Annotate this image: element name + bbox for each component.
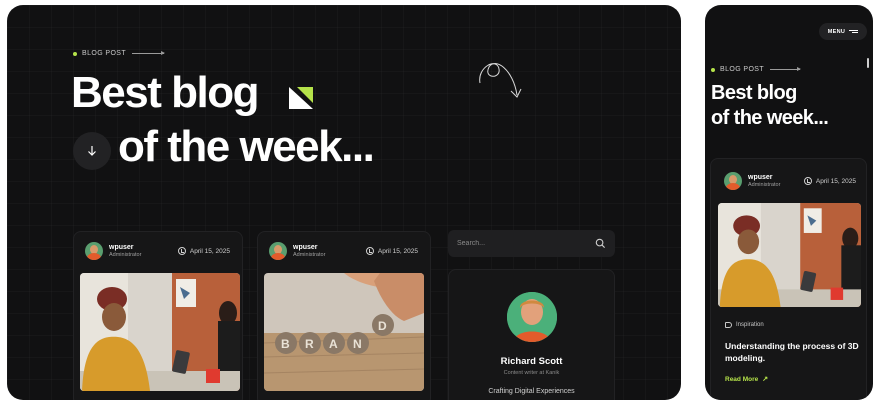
scroll-down-button[interactable]	[73, 132, 111, 170]
eyebrow-label: BLOG POST	[73, 50, 166, 57]
blog-card[interactable]: wpuser Administrator April 15, 2025	[710, 158, 867, 400]
post-image[interactable]	[718, 203, 861, 307]
author-name[interactable]: wpuser	[293, 243, 325, 252]
menu-button[interactable]: MENU	[819, 23, 867, 40]
eyebrow-arrow-icon	[770, 67, 802, 71]
clock-icon	[365, 247, 374, 255]
tag-icon	[725, 322, 732, 328]
clock-icon	[803, 177, 812, 185]
mobile-preview: MENU BLOG POST Best blog of the week... …	[705, 5, 873, 400]
profile-role: Content writer at Kanik	[503, 370, 560, 376]
hero-title-line2: of the week...	[118, 122, 375, 171]
blog-card[interactable]: wpuser Administrator April 15, 2025 B R …	[257, 231, 431, 400]
post-image[interactable]	[80, 273, 240, 391]
author-profile-card: Richard Scott Content writer at Kanik Cr…	[448, 269, 615, 400]
hamburger-icon	[849, 28, 859, 35]
arrow-up-right-icon: ↗	[762, 376, 769, 383]
scrollbar[interactable]	[867, 58, 869, 68]
avatar	[724, 172, 742, 190]
squiggle-arrow-icon	[479, 63, 522, 98]
author-role: Administrator	[748, 182, 781, 188]
eyebrow-dot	[73, 51, 77, 56]
desktop-preview: BLOG POST Best blog of the week... wpuse…	[7, 5, 681, 400]
author-role: Administrator	[293, 252, 326, 258]
post-date: April 15, 2025	[803, 177, 856, 185]
eyebrow-text: BLOG POST	[82, 50, 127, 57]
profile-tagline: Crafting Digital Experiences	[488, 388, 575, 395]
hero-title-line1: Best blog	[711, 82, 797, 104]
author-name[interactable]: wpuser	[109, 243, 141, 252]
svg-text:R: R	[305, 337, 314, 351]
post-title[interactable]: Understanding the process of 3D modeling…	[725, 340, 860, 364]
search-input[interactable]	[457, 236, 587, 250]
author-name[interactable]: wpuser	[748, 173, 780, 182]
arrow-down-icon	[88, 146, 96, 156]
svg-text:N: N	[353, 337, 362, 351]
search-icon[interactable]	[595, 238, 606, 249]
read-more-link[interactable]: Read More ↗	[725, 375, 769, 384]
post-date: April 15, 2025	[365, 247, 418, 255]
search-bar[interactable]	[448, 230, 615, 257]
post-image[interactable]: B R A N D	[264, 273, 424, 391]
hero-title-line1: Best blog	[71, 68, 259, 117]
svg-text:B: B	[281, 337, 290, 351]
hero-title-line2: of the week...	[711, 107, 829, 129]
post-category[interactable]: Inspiration	[725, 322, 764, 328]
author-role: Administrator	[109, 252, 142, 258]
eyebrow-label: BLOG POST	[711, 66, 802, 73]
avatar	[269, 242, 287, 260]
accent-triangle-icon	[289, 87, 313, 109]
author-info: wpuser Administrator	[724, 172, 780, 190]
author-info: wpuser Administrator	[85, 242, 141, 260]
eyebrow-arrow-icon	[132, 51, 166, 55]
author-info: wpuser Administrator	[269, 242, 325, 260]
clock-icon	[177, 247, 186, 255]
profile-name: Richard Scott	[500, 356, 563, 367]
profile-avatar	[507, 292, 557, 342]
svg-text:A: A	[329, 337, 338, 351]
blog-card[interactable]: wpuser Administrator April 15, 2025	[73, 231, 243, 400]
post-date: April 15, 2025	[177, 247, 230, 255]
avatar	[85, 242, 103, 260]
svg-text:D: D	[378, 319, 387, 333]
